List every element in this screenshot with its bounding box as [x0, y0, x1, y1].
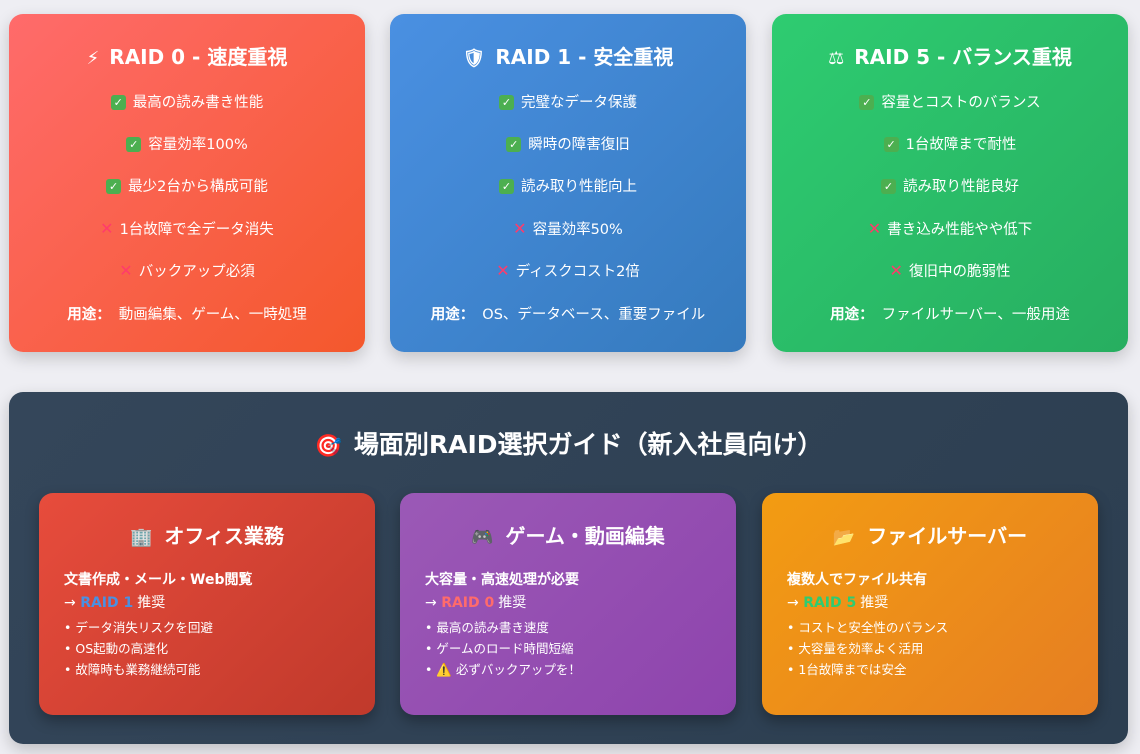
scenario-point: 1台故障までは安全: [787, 659, 1083, 680]
scenario-recommendation: → RAID 1 推奨: [64, 595, 166, 611]
check-icon: ✓: [126, 137, 142, 152]
scenario-points: データ消失リスクを回避 OS起動の高速化 故障時も業務継続可能: [64, 617, 360, 680]
feature-con: ✕ 書き込み性能やや低下: [867, 219, 1033, 238]
scenario-recommendation: → RAID 5 推奨: [787, 595, 889, 611]
cross-icon: ✕: [119, 261, 133, 280]
scenario-body: 大容量・高速処理が必要 → RAID 0推奨 最高の読み書き速度 ゲームのロード…: [425, 569, 721, 680]
scenario-card-file-server: 📂ファイルサーバー 複数人でファイル共有 → RAID 5推奨 コストと安全性の…: [762, 493, 1098, 715]
cross-icon: ✕: [867, 219, 882, 238]
scenario-point: コストと安全性のバランス: [787, 617, 1083, 638]
check-icon: ✓: [506, 137, 522, 152]
recommended-raid-level: RAID 1: [80, 595, 134, 611]
folder-icon: 📂: [832, 527, 856, 548]
scenario-need: 複数人でファイル共有: [787, 572, 927, 588]
cross-icon: ✕: [889, 261, 903, 280]
recommended-raid-level: RAID 0: [441, 595, 495, 611]
scenario-need: 文書作成・メール・Web閲覧: [64, 572, 253, 588]
recommended-raid-level: RAID 5: [803, 595, 857, 611]
raid-5-feature-list: ✓ 容量とコストのバランス ✓ 1台故障まで耐性 ✓ 読み取り性能良好 ✕ 書き込み性能…: [772, 92, 1128, 302]
feature-con: ✕ バックアップ必須: [119, 261, 255, 280]
scenario-points: コストと安全性のバランス 大容量を効率よく活用 1台故障までは安全: [787, 617, 1083, 680]
game-controller-icon: 🎮: [471, 527, 494, 548]
feature-pro: ✓ 読み取り性能良好: [772, 176, 1128, 218]
scenario-point: データ消失リスクを回避: [64, 617, 360, 638]
feature-con: ✕ 容量効率50%: [513, 219, 623, 238]
scenario-point: 大容量を効率よく活用: [787, 638, 1083, 659]
scenario-body: 複数人でファイル共有 → RAID 5推奨 コストと安全性のバランス 大容量を効…: [787, 569, 1083, 680]
cross-icon: ✕: [100, 219, 114, 238]
scenario-title: 🏢 オフィス業務: [129, 524, 285, 548]
check-icon: ✓: [106, 179, 122, 194]
raid-5-usage: 用途： ファイルサーバー、一般用途: [830, 307, 1070, 323]
scenario-card-office: 🏢オフィス業務 文書作成・メール・Web閲覧 → RAID 1推奨 データ消失リ…: [39, 493, 375, 715]
feature-pro: ✓ 完璧なデータ保護: [390, 92, 746, 134]
scenario-body: 文書作成・メール・Web閲覧 → RAID 1推奨 データ消失リスクを回避 OS…: [64, 569, 360, 680]
raid-1-feature-list: ✓ 完璧なデータ保護 ✓ 瞬時の障害復旧 ✓ 読み取り性能向上 ✕ 容量効率50% ✕ デ…: [390, 92, 746, 302]
feature-pro: ✓ 容量効率100%: [9, 134, 365, 176]
scenario-points: 最高の読み書き速度 ゲームのロード時間短縮 ⚠️ 必ずバックアップを！: [425, 617, 721, 680]
feature-pro: ✓ 最少2台から構成可能: [9, 176, 365, 218]
check-icon: ✓: [110, 95, 126, 110]
feature-pro: ✓ 瞬時の障害復旧: [390, 134, 746, 176]
check-icon: ✓: [881, 179, 896, 194]
raid-0-title: ⚡ RAID 0 - 速度重視: [86, 45, 288, 69]
raid-0-usage: 用途： 動画編集、ゲーム、一時処理: [67, 307, 307, 323]
raid-5-card: ⚖ RAID 5 - バランス重視 ✓ 容量とコストのバランス ✓ 1台故障まで耐性 …: [772, 14, 1128, 352]
cross-icon: ✕: [496, 261, 510, 280]
shield-icon: 🛡: [462, 48, 486, 69]
check-icon: ✓: [883, 137, 899, 152]
raid-selection-guide: 🎯 場面別RAID選択ガイド（新入社員向け） 🏢 オフィス業務 文書作成・メール・W…: [9, 392, 1128, 744]
raid-0-feature-list: ✓ 最高の読み書き性能 ✓ 容量効率100% ✓ 最少2台から構成可能 ✕ 1台故障で全…: [9, 92, 365, 302]
feature-pro: ✓ 容量とコストのバランス: [772, 92, 1128, 134]
raid-1-title: 🛡 RAID 1 - 安全重視: [462, 45, 674, 69]
cross-icon: ✕: [513, 219, 527, 238]
check-icon: ✓: [499, 95, 514, 110]
balance-scale-icon: ⚖: [828, 48, 845, 69]
raid-1-usage: 用途： OS、データベース、重要ファイル: [430, 307, 706, 323]
lightning-icon: ⚡: [86, 48, 100, 69]
scenario-card-game-video: 🎮ゲーム・動画編集 大容量・高速処理が必要 → RAID 0推奨 最高の読み書き…: [400, 493, 736, 715]
office-building-icon: 🏢: [129, 527, 153, 548]
guide-title: 🎯 場面別RAID選択ガイド（新入社員向け）: [314, 430, 823, 459]
feature-con: ✕ 1台故障で全データ消失: [100, 219, 274, 238]
feature-pro: ✓ 最高の読み書き性能: [9, 92, 365, 134]
target-icon: 🎯: [314, 434, 342, 459]
feature-pro: ✓ 1台故障まで耐性: [772, 134, 1128, 176]
scenario-recommendation: → RAID 0 推奨: [425, 595, 527, 611]
check-icon: ✓: [499, 179, 514, 194]
scenario-point: 故障時も業務継続可能: [64, 659, 360, 680]
feature-con: ✕ ディスクコスト2倍: [496, 261, 640, 280]
raid-0-card: ⚡ RAID 0 - 速度重視 ✓ 最高の読み書き性能 ✓ 容量効率100% ✓ 最少2…: [9, 14, 365, 352]
scenario-point: ⚠️ 必ずバックアップを！: [425, 659, 721, 680]
scenario-point: OS起動の高速化: [64, 638, 360, 659]
scenario-point: 最高の読み書き速度: [425, 617, 721, 638]
check-icon: ✓: [859, 95, 875, 110]
scenario-point: ゲームのロード時間短縮: [425, 638, 721, 659]
scenario-title: 📂 ファイルサーバー: [832, 524, 1028, 548]
scenario-need: 大容量・高速処理が必要: [425, 572, 579, 588]
feature-con: ✕ 復旧中の脆弱性: [889, 261, 1011, 280]
scenario-title: 🎮 ゲーム・動画編集: [471, 524, 665, 548]
feature-pro: ✓ 読み取り性能向上: [390, 176, 746, 218]
raid-1-card: 🛡 RAID 1 - 安全重視 ✓ 完璧なデータ保護 ✓ 瞬時の障害復旧 ✓ 読み取り性…: [390, 14, 746, 352]
raid-5-title: ⚖ RAID 5 - バランス重視: [828, 45, 1072, 69]
